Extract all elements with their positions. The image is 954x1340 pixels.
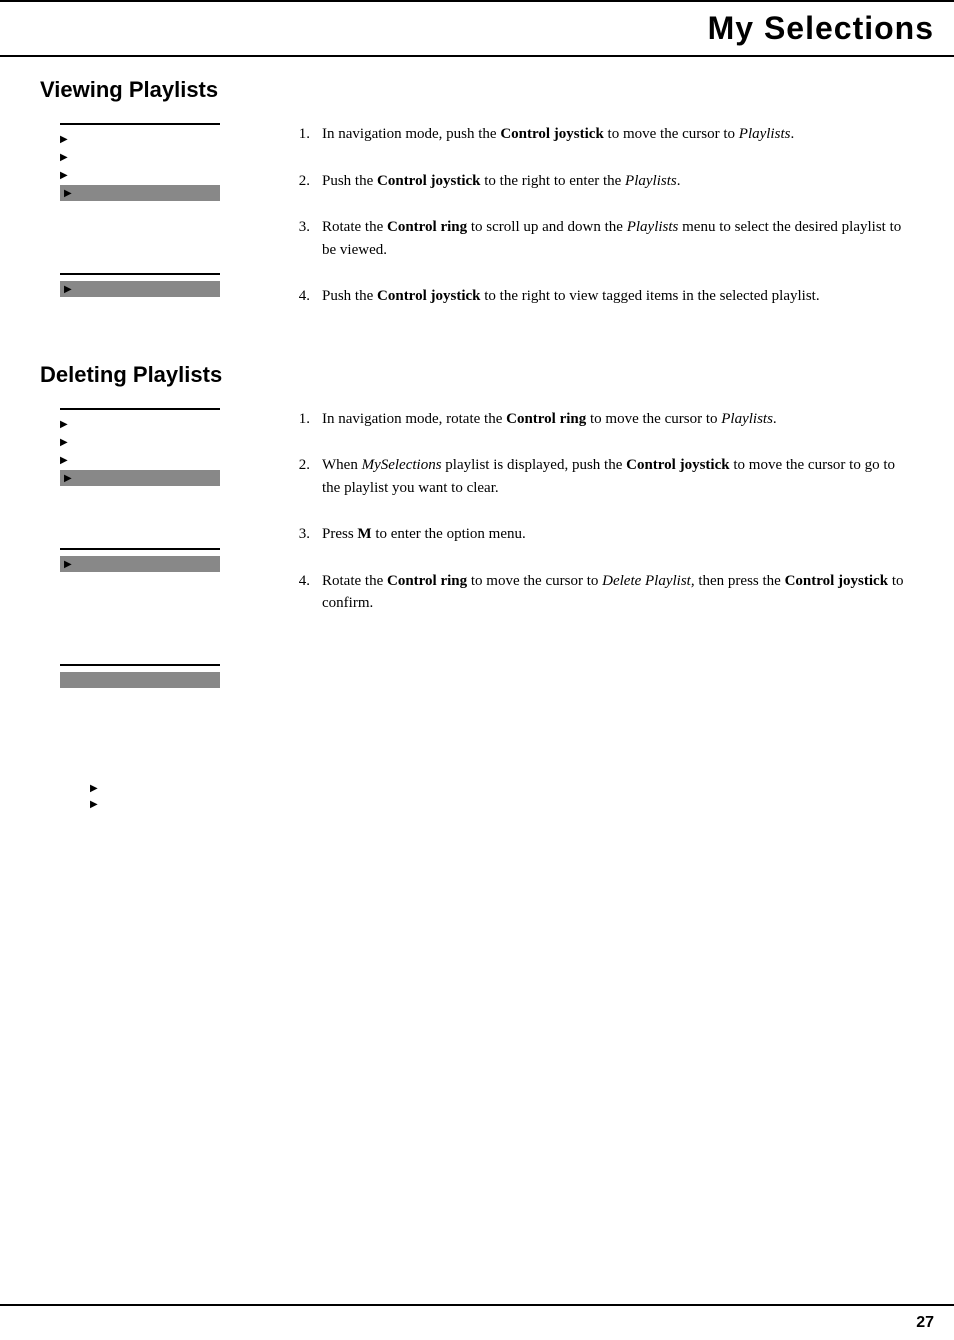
- deleting-diagrams: [40, 408, 270, 822]
- del-spacer-2: [40, 588, 270, 648]
- step-num-1: 1.: [290, 123, 310, 146]
- del-row-single-highlighted: [60, 556, 220, 572]
- deleting-playlists-body: 1. In navigation mode, rotate the Contro…: [40, 408, 914, 822]
- del-row-4-highlighted: [60, 470, 220, 486]
- deleting-diagram-3: [40, 664, 270, 688]
- del-step-text-4: Rotate the Control ring to move the curs…: [322, 570, 914, 615]
- viewing-diagram-1: [40, 123, 270, 201]
- del-gray-bar: [60, 672, 220, 688]
- viewing-instructions: 1. In navigation mode, push the Control …: [290, 123, 914, 332]
- del-step-text-2: When MySelections playlist is displayed,…: [322, 454, 914, 499]
- arrow-icon-2: [60, 151, 68, 163]
- step-num-3: 3.: [290, 216, 310, 261]
- del-arrow-1: [60, 418, 68, 430]
- arrow-icon-1: [60, 133, 68, 145]
- viewing-playlists-body: 1. In navigation mode, push the Control …: [40, 123, 914, 332]
- del-spacer-1: [40, 502, 270, 532]
- deleting-step-4: 4. Rotate the Control ring to move the c…: [290, 570, 914, 615]
- deleting-step-3: 3. Press M to enter the option menu.: [290, 523, 914, 546]
- deleting-playlists-heading: Deleting Playlists: [40, 362, 914, 388]
- deleting-line-3: [60, 664, 220, 666]
- viewing-step-3: 3. Rotate the Control ring to scroll up …: [290, 216, 914, 261]
- del-arrow-4: [64, 472, 72, 484]
- del-bottom-arrow-1: [90, 782, 98, 794]
- step-text-1: In navigation mode, push the Control joy…: [322, 123, 914, 146]
- deleting-diagram-1: [40, 408, 270, 486]
- del-step-num-2: 2.: [290, 454, 310, 499]
- step-num-4: 4.: [290, 285, 310, 308]
- deleting-instruction-list: 1. In navigation mode, rotate the Contro…: [290, 408, 914, 615]
- viewing-step-2: 2. Push the Control joystick to the righ…: [290, 170, 914, 193]
- del-row-3: [60, 452, 270, 468]
- diagram-row-1: [60, 131, 270, 147]
- arrow-icon-4: [64, 187, 72, 199]
- arrow-icon-3: [60, 169, 68, 181]
- viewing-step-1: 1. In navigation mode, push the Control …: [290, 123, 914, 146]
- deleting-step-1: 1. In navigation mode, rotate the Contro…: [290, 408, 914, 431]
- diagram-row-single-highlighted: [60, 281, 220, 297]
- viewing-step-4: 4. Push the Control joystick to the righ…: [290, 285, 914, 308]
- del-arrow-single: [64, 558, 72, 570]
- del-arrow-3: [60, 454, 68, 466]
- viewing-playlists-section: Viewing Playlists: [40, 77, 914, 332]
- deleting-diagram-4: [40, 780, 270, 812]
- del-arrow-2: [60, 436, 68, 448]
- content-area: Viewing Playlists: [0, 57, 954, 872]
- del-row-2: [60, 434, 270, 450]
- deleting-line-2: [60, 548, 220, 550]
- del-bottom-arrow-2: [90, 798, 98, 810]
- del-step-num-3: 3.: [290, 523, 310, 546]
- del-step-text-1: In navigation mode, rotate the Control r…: [322, 408, 914, 431]
- step-text-4: Push the Control joystick to the right t…: [322, 285, 914, 308]
- del-row-1: [60, 416, 270, 432]
- spacer-1: [40, 217, 270, 257]
- deleting-line-1: [60, 408, 220, 410]
- diagram-row-2: [60, 149, 270, 165]
- del-step-text-3: Press M to enter the option menu.: [322, 523, 914, 546]
- del-step-num-4: 4.: [290, 570, 310, 615]
- viewing-diagrams: [40, 123, 270, 332]
- step-text-2: Push the Control joystick to the right t…: [322, 170, 914, 193]
- deleting-step-2: 2. When MySelections playlist is display…: [290, 454, 914, 499]
- del-spacer-3: [40, 704, 270, 754]
- footer-bar: 27: [0, 1304, 954, 1340]
- del-step-num-1: 1.: [290, 408, 310, 431]
- viewing-playlists-heading: Viewing Playlists: [40, 77, 914, 103]
- page-number: 27: [916, 1314, 934, 1332]
- deleting-instructions: 1. In navigation mode, rotate the Contro…: [290, 408, 914, 822]
- diagram-row-3: [60, 167, 270, 183]
- del-bottom-row-2: [90, 796, 270, 812]
- diagram-line-1: [60, 123, 220, 125]
- del-bottom-row-1: [90, 780, 270, 796]
- diagram-row-4-highlighted: [60, 185, 220, 201]
- header-bar: My Selections: [0, 0, 954, 57]
- deleting-playlists-section: Deleting Playlists: [40, 362, 914, 822]
- page-title: My Selections: [708, 10, 934, 46]
- deleting-diagram-2: [40, 548, 270, 572]
- viewing-diagram-2: [40, 273, 270, 297]
- diagram-line-2: [60, 273, 220, 275]
- arrow-icon-single: [64, 283, 72, 295]
- viewing-instruction-list: 1. In navigation mode, push the Control …: [290, 123, 914, 308]
- step-num-2: 2.: [290, 170, 310, 193]
- step-text-3: Rotate the Control ring to scroll up and…: [322, 216, 914, 261]
